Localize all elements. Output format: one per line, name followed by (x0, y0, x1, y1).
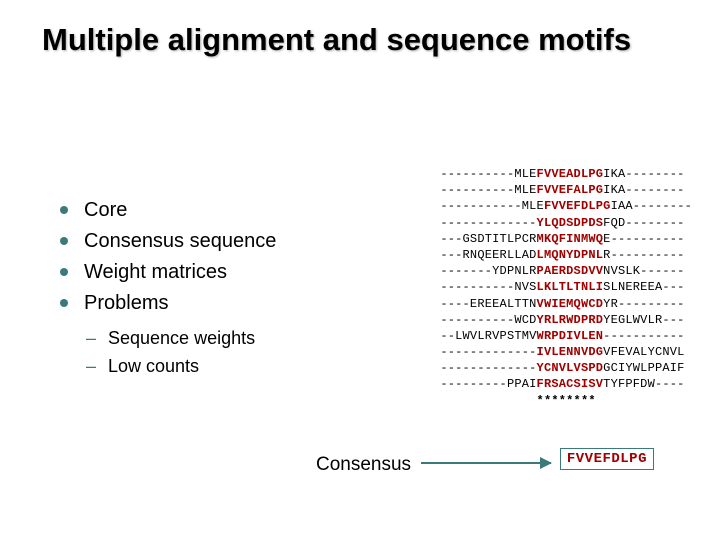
arrow-icon (421, 462, 551, 464)
sub-bullets: Sequence weights Low counts (86, 325, 310, 381)
sub-sequence-weights: Sequence weights (86, 325, 310, 353)
sub-label: Low counts (108, 356, 199, 376)
consensus-label: Consensus (316, 454, 411, 476)
bullet-core: Core (60, 195, 310, 226)
sub-low-counts: Low counts (86, 353, 310, 381)
bullet-consensus-sequence: Consensus sequence (60, 226, 310, 257)
bullet-weight-matrices: Weight matrices (60, 257, 310, 288)
bullet-label: Consensus sequence (84, 230, 276, 252)
consensus-box: FVVEFDLPG (560, 448, 654, 470)
bullet-column: Core Consensus sequence Weight matrices … (60, 195, 310, 381)
bullet-problems: Problems (60, 288, 310, 319)
sequence-alignment: ----------MLEFVVEADLPGIKA-------- ------… (440, 166, 692, 409)
slide-title: Multiple alignment and sequence motifs (0, 0, 720, 58)
bullet-label: Problems (84, 292, 168, 314)
sub-label: Sequence weights (108, 328, 255, 348)
bullet-label: Weight matrices (84, 261, 227, 283)
bullet-label: Core (84, 199, 127, 221)
main-bullets: Core Consensus sequence Weight matrices … (60, 195, 310, 319)
